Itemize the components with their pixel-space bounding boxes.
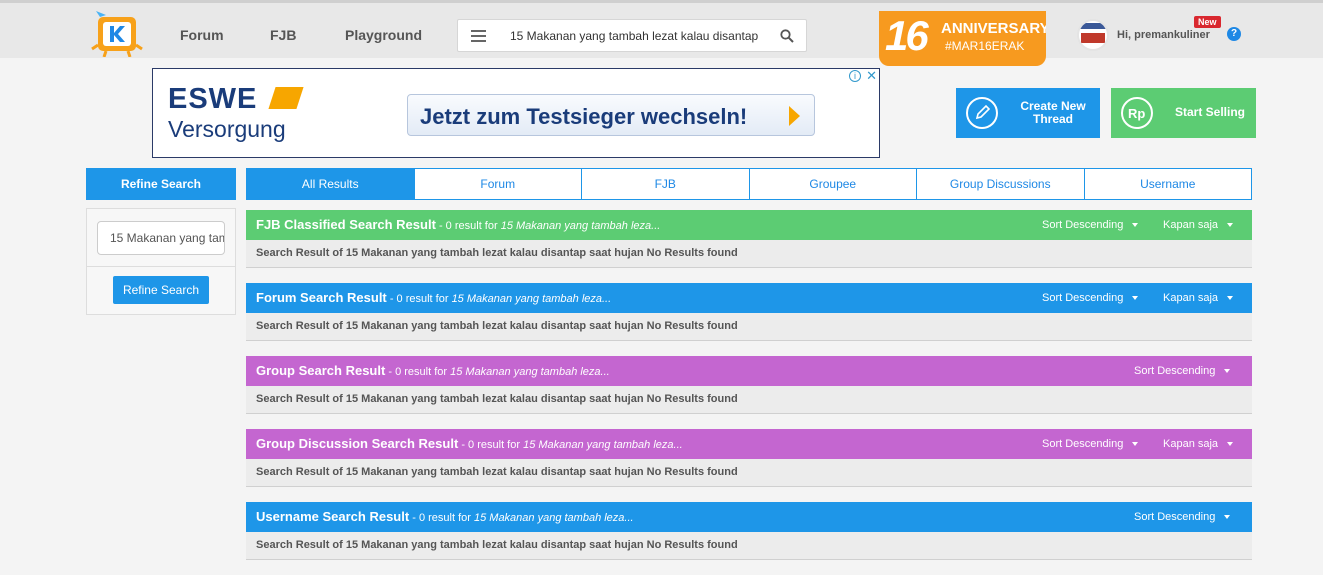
menu-icon[interactable]: [471, 30, 486, 42]
tab-forum[interactable]: Forum: [413, 169, 581, 199]
ad-info-icon[interactable]: i: [849, 70, 861, 82]
time-dropdown[interactable]: Kapan saja: [1163, 438, 1234, 450]
create-thread-button[interactable]: Create New Thread: [956, 88, 1100, 138]
nav-playground[interactable]: Playground: [345, 27, 422, 43]
divider: [87, 266, 235, 267]
caret-down-icon: [1132, 223, 1139, 228]
search-icon[interactable]: [780, 29, 794, 43]
ad-logo-subtext: Versorgung: [168, 116, 286, 142]
search-bar: [457, 19, 807, 52]
caret-down-icon: [1227, 296, 1234, 301]
start-selling-label: Start Selling: [1174, 105, 1245, 119]
sort-dropdown[interactable]: Sort Descending: [1042, 292, 1139, 304]
ad-logo-mark-icon: [268, 87, 304, 109]
section-header: Group Search Result - 0 result for 15 Ma…: [246, 356, 1252, 386]
arrow-right-icon: [789, 106, 800, 126]
refine-search-heading: Refine Search: [86, 168, 236, 200]
create-thread-label: Create New Thread: [1020, 99, 1086, 126]
caret-down-icon: [1224, 369, 1231, 374]
section-title: Username Search Result - 0 result for 15…: [256, 509, 634, 524]
group-result-section: Group Search Result - 0 result for 15 Ma…: [246, 356, 1252, 414]
section-body: Search Result of 15 Makanan yang tambah …: [246, 532, 1252, 560]
refine-search-button[interactable]: Refine Search: [113, 276, 209, 304]
search-input[interactable]: [510, 27, 760, 45]
nav-forum[interactable]: Forum: [180, 27, 224, 43]
avatar[interactable]: [1077, 19, 1109, 51]
nav-fjb[interactable]: FJB: [270, 27, 296, 43]
section-header: Username Search Result - 0 result for 15…: [246, 502, 1252, 532]
username-result-section: Username Search Result - 0 result for 15…: [246, 502, 1252, 560]
sort-dropdown[interactable]: Sort Descending: [1042, 438, 1139, 450]
anniversary-tag: #MAR16ERAK: [945, 39, 1025, 53]
pencil-icon: [966, 97, 998, 129]
section-body: Search Result of 15 Makanan yang tambah …: [246, 386, 1252, 414]
rupiah-icon: Rp: [1121, 97, 1153, 129]
section-title: Forum Search Result - 0 result for 15 Ma…: [256, 290, 612, 305]
svg-text:Rp: Rp: [1128, 106, 1145, 121]
anniversary-title: ANNIVERSARY: [941, 20, 1046, 37]
section-title: FJB Classified Search Result - 0 result …: [256, 217, 661, 232]
caret-down-icon: [1224, 515, 1231, 520]
caret-down-icon: [1227, 442, 1234, 447]
caret-down-icon: [1132, 296, 1139, 301]
time-dropdown[interactable]: Kapan saja: [1163, 219, 1234, 231]
section-header: Group Discussion Search Result - 0 resul…: [246, 429, 1252, 459]
tab-groupee[interactable]: Groupee: [748, 169, 916, 199]
section-header: Forum Search Result - 0 result for 15 Ma…: [246, 283, 1252, 313]
sort-dropdown[interactable]: Sort Descending: [1042, 219, 1139, 231]
caret-down-icon: [1227, 223, 1234, 228]
anniversary-banner[interactable]: 16 ANNIVERSARY #MAR16ERAK: [879, 11, 1046, 66]
kaskus-logo-icon[interactable]: [90, 11, 150, 58]
result-tabs: All Results Forum FJB Groupee Group Disc…: [246, 168, 1252, 200]
tab-username[interactable]: Username: [1083, 169, 1251, 199]
group-discussion-result-section: Group Discussion Search Result - 0 resul…: [246, 429, 1252, 487]
tab-fjb[interactable]: FJB: [581, 169, 749, 199]
refine-search-panel: Refine Search: [86, 208, 236, 315]
section-title: Group Discussion Search Result - 0 resul…: [256, 436, 683, 451]
sort-dropdown[interactable]: Sort Descending: [1134, 511, 1231, 523]
time-dropdown[interactable]: Kapan saja: [1163, 292, 1234, 304]
section-title: Group Search Result - 0 result for 15 Ma…: [256, 363, 610, 378]
ad-logo-text: ESWE: [168, 83, 258, 115]
sort-dropdown[interactable]: Sort Descending: [1134, 365, 1231, 377]
tab-group-discussions[interactable]: Group Discussions: [916, 169, 1084, 199]
new-badge: New: [1194, 16, 1221, 28]
start-selling-button[interactable]: Rp Start Selling: [1111, 88, 1256, 138]
forum-result-section: Forum Search Result - 0 result for 15 Ma…: [246, 283, 1252, 341]
anniversary-number: 16: [885, 12, 929, 59]
section-body: Search Result of 15 Makanan yang tambah …: [246, 313, 1252, 341]
caret-down-icon: [1132, 442, 1139, 447]
advertisement-banner[interactable]: ESWE Versorgung Jetzt zum Testsieger wec…: [152, 68, 880, 158]
refine-search-input[interactable]: [97, 221, 225, 255]
tab-all-results[interactable]: All Results: [247, 169, 414, 199]
section-body: Search Result of 15 Makanan yang tambah …: [246, 459, 1252, 487]
ad-close-icon[interactable]: ✕: [866, 69, 877, 83]
ad-cta-label: Jetzt zum Testsieger wechseln!: [420, 104, 748, 129]
fjb-result-section: FJB Classified Search Result - 0 result …: [246, 210, 1252, 268]
help-icon[interactable]: ?: [1227, 27, 1241, 41]
user-greeting[interactable]: Hi, premankuliner: [1117, 29, 1210, 41]
section-body: Search Result of 15 Makanan yang tambah …: [246, 240, 1252, 268]
top-header: Forum FJB Playground 16 ANNIVERSARY #MAR…: [0, 0, 1323, 66]
ad-cta-button[interactable]: Jetzt zum Testsieger wechseln!: [407, 94, 815, 136]
section-header: FJB Classified Search Result - 0 result …: [246, 210, 1252, 240]
